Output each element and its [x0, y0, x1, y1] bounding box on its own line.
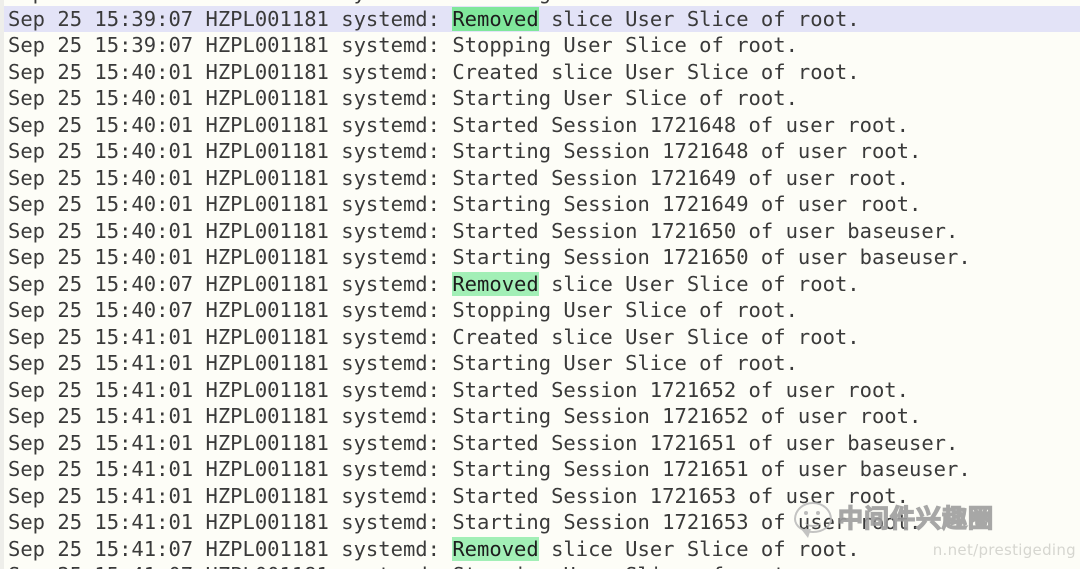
log-line[interactable]: Sep 25 15:40:07 HZPL001181 systemd: Stop… — [0, 297, 1080, 324]
log-line-prefix: Sep 25 15:40:01 HZPL001181 systemd: — [8, 139, 453, 163]
log-line[interactable]: Sep 25 15:41:01 HZPL001181 systemd: Crea… — [0, 324, 1080, 351]
log-line-message: slice User Slice of root. — [538, 536, 860, 561]
log-line-prefix: Sep 25 15:40:07 HZPL001181 systemd: — [8, 271, 453, 296]
log-line-message: Starting Session 1721650 of user baseuse… — [452, 245, 971, 269]
log-line-prefix: Sep 25 15:41:01 HZPL001181 systemd: — [8, 377, 453, 402]
log-line[interactable]: Sep 25 15:41:01 HZPL001181 systemd: Star… — [0, 350, 1080, 377]
log-line-prefix: Sep 25 15:41:07 HZPL001181 systemd: — [8, 563, 452, 569]
log-line[interactable]: Sep 25 15:40:01 HZPL001181 systemd: Star… — [0, 191, 1080, 218]
log-line-message: Started Session 1721649 of user root. — [452, 165, 909, 190]
log-line-prefix: Sep 25 15:39:07 HZPL001181 systemd: — [8, 33, 453, 57]
log-line-prefix: Sep 25 15:40:01 HZPL001181 systemd: — [8, 112, 453, 137]
log-line-message: Started Session 1721653 of user root. — [452, 483, 909, 508]
log-viewer[interactable]: Sep 25 15:39:07 HZPL001181 systemd: Star… — [0, 0, 1080, 569]
log-line-message: Created slice User Slice of root. — [452, 324, 860, 349]
log-line-prefix: Sep 25 15:41:01 HZPL001181 systemd: — [8, 324, 453, 349]
log-line[interactable]: Sep 25 15:40:01 HZPL001181 systemd: Star… — [0, 112, 1080, 139]
left-gutter — [0, 0, 4, 569]
log-line[interactable]: Sep 25 15:40:07 HZPL001181 systemd: Remo… — [0, 271, 1080, 298]
log-line-prefix: Sep 25 15:41:01 HZPL001181 systemd: — [8, 351, 453, 375]
log-line-message: Starting Session 1721648 of user root. — [452, 139, 922, 163]
log-line-message: Stopping User Slice of root. — [452, 563, 798, 569]
log-line[interactable]: Sep 25 15:41:01 HZPL001181 systemd: Star… — [0, 403, 1080, 430]
log-line-prefix: Sep 25 15:40:01 HZPL001181 systemd: — [8, 245, 453, 269]
log-line-prefix: Sep 25 15:41:07 HZPL001181 systemd: — [8, 536, 453, 561]
log-line[interactable]: Sep 25 15:41:01 HZPL001181 systemd: Star… — [0, 456, 1080, 483]
log-line[interactable]: Sep 25 15:39:07 HZPL001181 systemd: Remo… — [0, 5, 1080, 32]
log-line-message: Started Session 1721652 of user root. — [452, 377, 909, 402]
log-line-prefix: Sep 25 15:40:01 HZPL001181 systemd: — [8, 86, 453, 110]
log-line-prefix: Sep 25 15:40:01 HZPL001181 systemd: — [8, 192, 453, 216]
log-line-message: Starting User Slice of root. — [452, 351, 798, 375]
log-line-prefix: Sep 25 15:41:01 HZPL001181 systemd: — [8, 457, 453, 481]
log-line-message: Starting Session 1721652 of user root. — [452, 404, 922, 428]
log-line-message: Starting Session 1721653 of user root. — [452, 510, 922, 534]
log-line-message: Stopping User Slice of root. — [452, 33, 798, 57]
log-line[interactable]: Sep 25 15:40:01 HZPL001181 systemd: Star… — [0, 85, 1080, 112]
log-line-message: Created slice User Slice of root. — [452, 59, 860, 84]
log-line-prefix: Sep 25 15:39:07 HZPL001181 systemd: — [8, 6, 453, 31]
log-line-prefix: Sep 25 15:40:07 HZPL001181 systemd: — [8, 298, 453, 322]
log-line[interactable]: Sep 25 15:41:01 HZPL001181 systemd: Star… — [0, 483, 1080, 510]
log-line[interactable]: Sep 25 15:41:01 HZPL001181 systemd: Star… — [0, 509, 1080, 536]
log-line[interactable]: Sep 25 15:39:07 HZPL001181 systemd: Stop… — [0, 32, 1080, 59]
log-line[interactable]: Sep 25 15:41:01 HZPL001181 systemd: Star… — [0, 430, 1080, 457]
log-line-prefix: Sep 25 15:39:07 HZPL001181 systemd: — [8, 0, 452, 4]
log-highlight-term: Removed — [452, 536, 539, 561]
log-line-list: Sep 25 15:39:07 HZPL001181 systemd: Star… — [0, 0, 1080, 569]
log-line[interactable]: Sep 25 15:40:01 HZPL001181 systemd: Star… — [0, 244, 1080, 271]
log-line-message: Started Session 1721648 of user root. — [452, 112, 909, 137]
log-line-prefix: Sep 25 15:41:01 HZPL001181 systemd: — [8, 510, 453, 534]
log-line-message: Started Session 1721650 of user baseuser… — [452, 218, 959, 243]
log-line-message: Started Session 1721651 of user baseuser… — [452, 430, 959, 455]
log-line-prefix: Sep 25 15:41:01 HZPL001181 systemd: — [8, 404, 453, 428]
log-line[interactable]: Sep 25 15:41:07 HZPL001181 systemd: Stop… — [0, 562, 1080, 569]
log-highlight-term: Removed — [452, 6, 539, 31]
log-line-prefix: Sep 25 15:40:01 HZPL001181 systemd: — [8, 165, 453, 190]
log-line-message: Starting Session 1721649 of user root. — [452, 192, 922, 216]
log-line-message: slice User Slice of root. — [538, 6, 860, 31]
log-line-message: slice User Slice of root. — [538, 271, 860, 296]
log-line-message: Starting Session 1721651 of user baseuse… — [452, 457, 971, 481]
log-line[interactable]: Sep 25 15:41:07 HZPL001181 systemd: Remo… — [0, 536, 1080, 563]
log-line-prefix: Sep 25 15:40:01 HZPL001181 systemd: — [8, 218, 453, 243]
log-line[interactable]: Sep 25 15:40:01 HZPL001181 systemd: Star… — [0, 218, 1080, 245]
log-line-prefix: Sep 25 15:41:01 HZPL001181 systemd: — [8, 483, 453, 508]
log-line-message: Starting User Slice of root. — [452, 86, 798, 110]
log-line-prefix: Sep 25 15:40:01 HZPL001181 systemd: — [8, 59, 453, 84]
log-highlight-term: Removed — [452, 271, 539, 296]
log-line-message: Starting User Slice of root. — [452, 0, 798, 4]
log-line[interactable]: Sep 25 15:41:01 HZPL001181 systemd: Star… — [0, 377, 1080, 404]
log-line-message: Stopping User Slice of root. — [452, 298, 798, 322]
log-line[interactable]: Sep 25 15:40:01 HZPL001181 systemd: Star… — [0, 138, 1080, 165]
log-line[interactable]: Sep 25 15:40:01 HZPL001181 systemd: Star… — [0, 165, 1080, 192]
log-line-prefix: Sep 25 15:41:01 HZPL001181 systemd: — [8, 430, 453, 455]
log-line[interactable]: Sep 25 15:40:01 HZPL001181 systemd: Crea… — [0, 59, 1080, 86]
